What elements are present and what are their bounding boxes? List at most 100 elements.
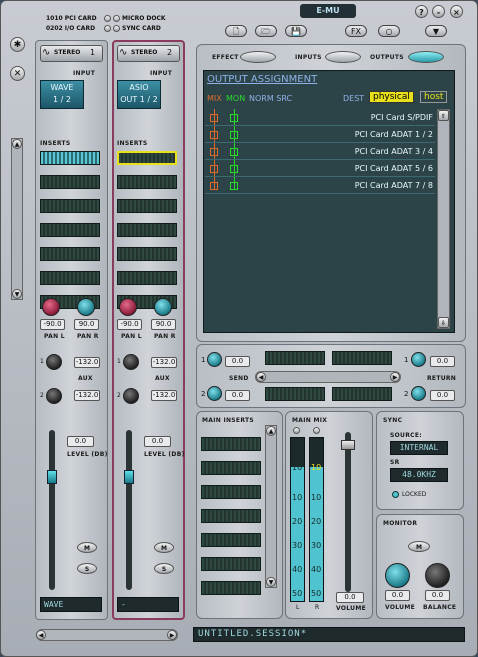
send-1-knob[interactable] — [207, 352, 222, 367]
aux-1-knob[interactable] — [46, 354, 62, 370]
send-slot-2[interactable] — [332, 351, 392, 365]
mute-button[interactable]: M — [154, 542, 174, 553]
scroll-up-icon[interactable]: ▲ — [12, 139, 22, 149]
insert-slot[interactable] — [40, 151, 100, 165]
scroll-down-icon[interactable]: ▼ — [12, 289, 22, 299]
physical-toggle[interactable]: physical — [369, 91, 414, 103]
tab-outputs[interactable] — [408, 51, 444, 63]
mix-checkbox[interactable] — [210, 131, 218, 139]
insert-slot[interactable] — [40, 271, 100, 285]
level-value[interactable]: 0.0 — [67, 436, 94, 447]
main-inserts-scrollbar[interactable] — [265, 425, 277, 588]
insert-slot[interactable] — [40, 175, 100, 189]
main-mix-fader[interactable] — [341, 440, 355, 450]
level-fader-thumb[interactable] — [124, 470, 134, 484]
send-slot-1[interactable] — [265, 351, 325, 365]
main-mix-volume-value[interactable]: 0.0 — [336, 592, 364, 603]
insert-slot[interactable] — [117, 223, 177, 237]
return-1-value[interactable]: 0.0 — [430, 356, 455, 367]
fx-button[interactable]: FX — [345, 25, 367, 37]
main-insert-slot[interactable] — [201, 485, 261, 499]
aux-2-knob[interactable] — [123, 388, 139, 404]
output-scrollbar[interactable] — [437, 109, 450, 329]
help-button[interactable]: ? — [415, 5, 428, 18]
send-1-value[interactable]: 0.0 — [225, 356, 250, 367]
mute-button[interactable]: M — [77, 542, 97, 553]
insert-slot[interactable] — [117, 151, 177, 165]
send-scroll-left-icon[interactable]: ◀ — [256, 372, 266, 382]
main-insert-slot[interactable] — [201, 461, 261, 475]
aux-1-knob[interactable] — [123, 354, 139, 370]
aux-2-value[interactable]: -132.0 — [151, 390, 177, 401]
strips-horizontal-scrollbar[interactable] — [36, 629, 178, 641]
send-2-value[interactable]: 0.0 — [225, 390, 250, 401]
pan-r-value[interactable]: 90.0 — [74, 319, 99, 330]
tab-inputs[interactable] — [325, 51, 361, 63]
tab-effect[interactable] — [240, 51, 276, 63]
star-button[interactable]: ✱ — [10, 37, 25, 52]
insert-slot[interactable] — [117, 247, 177, 261]
send-slot-3[interactable] — [265, 387, 325, 401]
return-1-knob[interactable] — [411, 352, 426, 367]
monitor-mute-button[interactable]: M — [408, 541, 430, 552]
close-button[interactable]: × — [450, 5, 463, 18]
pan-l-value[interactable]: -90.0 — [40, 319, 65, 330]
options-button[interactable]: ○ — [378, 25, 400, 37]
strip-name-display[interactable]: - — [117, 597, 179, 612]
save-session-icon[interactable]: 💾 — [285, 25, 307, 37]
level-value[interactable]: 0.0 — [144, 436, 171, 447]
main-insert-slot[interactable] — [201, 437, 261, 451]
strips-vertical-scrollbar[interactable] — [11, 138, 23, 300]
send-2-knob[interactable] — [207, 386, 222, 401]
main-insert-slot[interactable] — [201, 533, 261, 547]
minimize-button[interactable]: - — [432, 5, 445, 18]
monitor-volume-knob[interactable] — [385, 563, 410, 588]
main-insert-slot[interactable] — [201, 581, 261, 595]
level-fader-thumb[interactable] — [47, 470, 57, 484]
sync-source-display[interactable]: INTERNAL — [390, 441, 448, 455]
mix-checkbox[interactable] — [210, 148, 218, 156]
insert-slot[interactable] — [40, 247, 100, 261]
aux-1-value[interactable]: -132.0 — [74, 357, 100, 368]
main-insert-slot[interactable] — [201, 509, 261, 523]
main-inserts-down-icon[interactable]: ▼ — [266, 577, 276, 587]
pan-r-knob[interactable] — [154, 298, 172, 316]
insert-slot[interactable] — [117, 175, 177, 189]
send-return-scrollbar[interactable] — [255, 371, 401, 383]
output-scroll-up-icon[interactable]: ⇧ — [438, 110, 449, 121]
sync-sr-display[interactable]: 48.0KHZ — [390, 468, 448, 482]
scroll-right-icon[interactable]: ▶ — [167, 630, 177, 640]
mix-checkbox[interactable] — [210, 165, 218, 173]
send-scroll-right-icon[interactable]: ▶ — [390, 372, 400, 382]
aux-2-knob[interactable] — [46, 388, 62, 404]
return-2-value[interactable]: 0.0 — [430, 390, 455, 401]
new-session-icon[interactable]: 🗋 — [225, 25, 247, 37]
strip-name-display[interactable]: WAVE — [40, 597, 102, 612]
output-scroll-down-icon[interactable]: ⇩ — [438, 317, 449, 328]
monitor-balance-value[interactable]: 0.0 — [425, 590, 450, 601]
solo-button[interactable]: S — [154, 563, 174, 574]
mon-checkbox[interactable] — [230, 165, 238, 173]
mon-checkbox[interactable] — [230, 114, 238, 122]
mon-checkbox[interactable] — [230, 131, 238, 139]
monitor-volume-value[interactable]: 0.0 — [385, 590, 410, 601]
insert-slot[interactable] — [117, 199, 177, 213]
x-button[interactable]: ✕ — [10, 66, 25, 81]
mon-checkbox[interactable] — [230, 148, 238, 156]
solo-button[interactable]: S — [77, 563, 97, 574]
pan-l-knob[interactable] — [42, 298, 60, 316]
pan-r-value[interactable]: 90.0 — [151, 319, 176, 330]
return-2-knob[interactable] — [411, 386, 426, 401]
mix-checkbox[interactable] — [210, 114, 218, 122]
send-slot-4[interactable] — [332, 387, 392, 401]
insert-slot[interactable] — [117, 271, 177, 285]
monitor-balance-knob[interactable] — [425, 563, 450, 588]
pan-r-knob[interactable] — [77, 298, 95, 316]
insert-slot[interactable] — [40, 199, 100, 213]
dropdown-chevron-icon[interactable]: ▼ — [425, 25, 447, 37]
main-inserts-up-icon[interactable]: ▲ — [266, 426, 276, 436]
host-toggle[interactable]: host — [420, 91, 448, 103]
aux-1-value[interactable]: -132.0 — [151, 357, 177, 368]
pan-l-value[interactable]: -90.0 — [117, 319, 142, 330]
insert-slot[interactable] — [40, 223, 100, 237]
